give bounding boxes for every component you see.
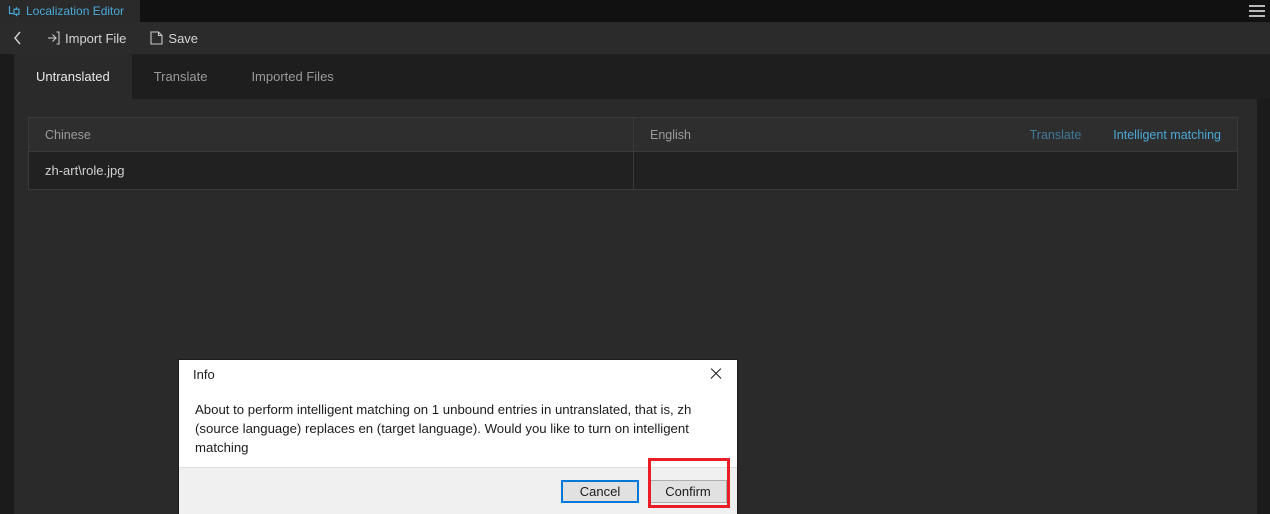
column-header-english: English Translate Intelligent matching bbox=[634, 118, 1237, 151]
intelligent-matching-action-link[interactable]: Intelligent matching bbox=[1113, 128, 1221, 142]
save-button[interactable]: Save bbox=[138, 22, 210, 54]
hamburger-line bbox=[1249, 5, 1265, 7]
table-row[interactable]: zh-art\role.jpg bbox=[29, 152, 1237, 189]
confirm-button[interactable]: Confirm bbox=[649, 479, 727, 503]
app-tab-label: Localization Editor bbox=[26, 4, 125, 18]
toolbar: Import File Save bbox=[0, 22, 1270, 54]
table-header-row: Chinese English Translate Intelligent ma… bbox=[29, 118, 1237, 152]
column-header-english-label: English bbox=[650, 127, 691, 142]
view-tabs: Untranslated Translate Imported Files bbox=[0, 54, 1270, 99]
info-dialog: Info About to perform intelligent matchi… bbox=[179, 360, 737, 514]
cancel-button[interactable]: Cancel bbox=[561, 479, 639, 503]
chevron-left-icon bbox=[13, 31, 21, 45]
tab-translate[interactable]: Translate bbox=[132, 54, 230, 99]
dialog-footer: Cancel Confirm bbox=[179, 467, 737, 514]
dialog-body: About to perform intelligent matching on… bbox=[179, 388, 737, 467]
hamburger-line bbox=[1249, 10, 1265, 12]
tab-imported-files-label: Imported Files bbox=[251, 69, 334, 84]
cell-chinese-text: zh-art\role.jpg bbox=[45, 163, 125, 178]
save-icon bbox=[150, 31, 163, 45]
column-header-chinese: Chinese bbox=[29, 118, 634, 151]
right-rail bbox=[1257, 99, 1270, 514]
tabstrip-pad bbox=[0, 54, 14, 99]
cell-english[interactable] bbox=[634, 152, 1237, 189]
column-header-actions: Translate Intelligent matching bbox=[1030, 128, 1221, 142]
dialog-header: Info bbox=[179, 360, 737, 388]
close-icon[interactable] bbox=[708, 366, 724, 382]
tab-untranslated[interactable]: Untranslated bbox=[14, 54, 132, 99]
cell-chinese[interactable]: zh-art\role.jpg bbox=[29, 152, 634, 189]
confirm-button-label: Confirm bbox=[665, 483, 711, 499]
dialog-title: Info bbox=[193, 366, 215, 382]
cancel-button-label: Cancel bbox=[579, 483, 621, 499]
hamburger-line bbox=[1249, 15, 1265, 17]
import-file-label: Import File bbox=[65, 30, 127, 46]
column-header-chinese-label: Chinese bbox=[45, 127, 91, 142]
title-bar: Localization Editor bbox=[0, 0, 1270, 22]
dialog-message: About to perform intelligent matching on… bbox=[195, 402, 692, 455]
hamburger-menu-icon[interactable] bbox=[1248, 4, 1266, 18]
save-label: Save bbox=[168, 30, 199, 46]
translation-table: Chinese English Translate Intelligent ma… bbox=[28, 117, 1238, 190]
import-file-icon bbox=[46, 31, 60, 45]
import-file-button[interactable]: Import File bbox=[34, 22, 138, 54]
tab-imported-files[interactable]: Imported Files bbox=[229, 54, 355, 99]
back-button[interactable] bbox=[0, 22, 34, 54]
tab-translate-label: Translate bbox=[153, 69, 208, 84]
translate-action-link[interactable]: Translate bbox=[1030, 128, 1082, 142]
tab-untranslated-label: Untranslated bbox=[36, 69, 110, 84]
app-tab-localization-editor[interactable]: Localization Editor bbox=[0, 0, 140, 22]
left-rail bbox=[0, 99, 14, 514]
localization-icon bbox=[8, 5, 21, 18]
